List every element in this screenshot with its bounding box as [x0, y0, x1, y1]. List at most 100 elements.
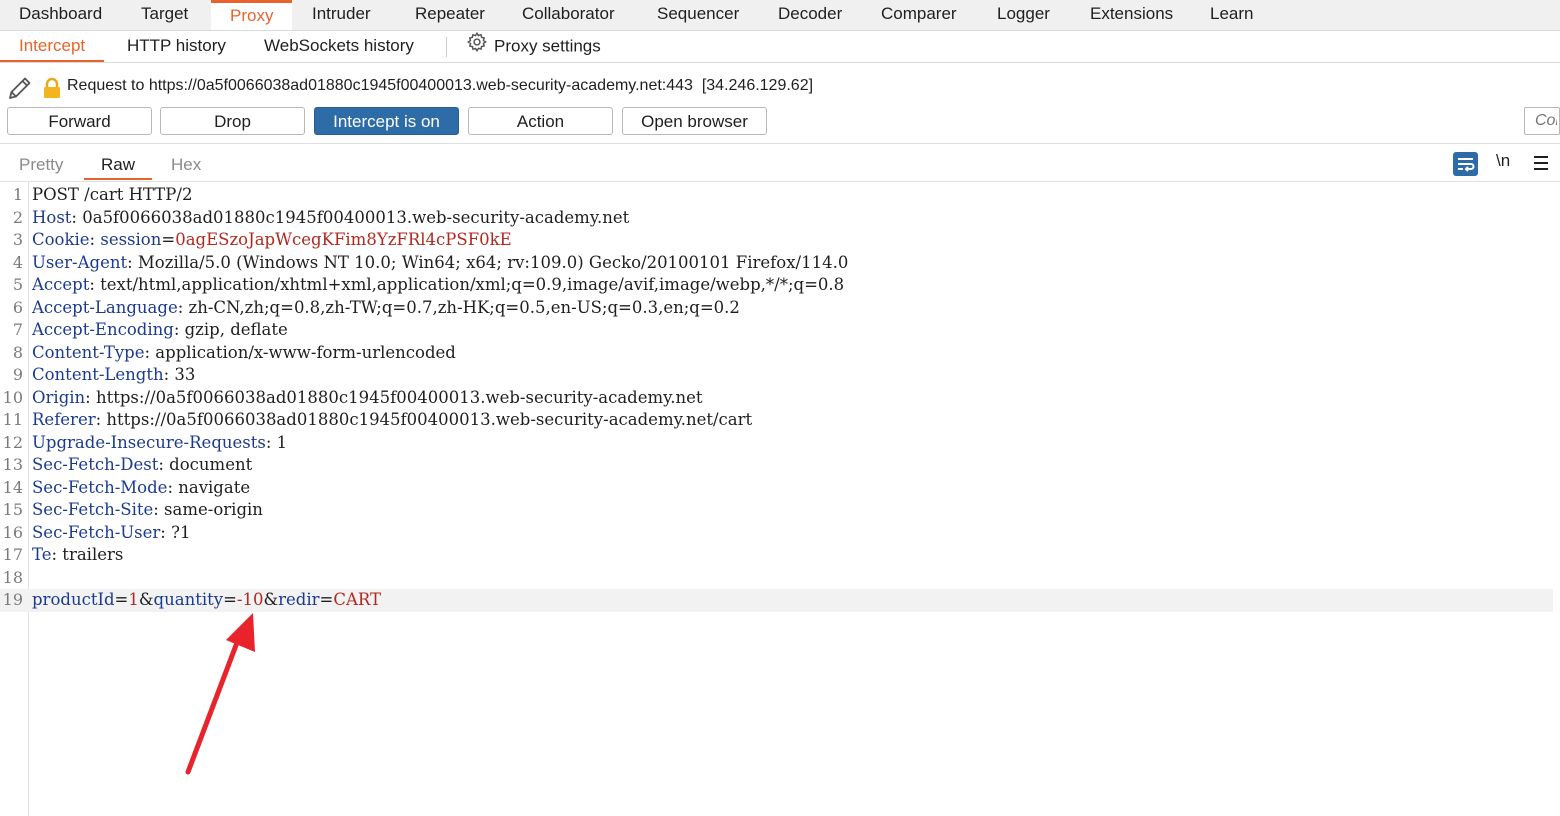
param-separator: &	[138, 590, 154, 609]
header-name: Origin	[32, 387, 86, 407]
comment-input[interactable]	[1524, 107, 1560, 135]
forward-button[interactable]: Forward	[7, 107, 152, 135]
header-value: text/html,application/xhtml+xml,applicat…	[94, 275, 845, 294]
tab-repeater[interactable]: Repeater	[415, 0, 485, 30]
newline-toggle-button[interactable]: \n	[1496, 151, 1510, 171]
header-value: 1	[271, 432, 288, 452]
code-line: 1 POST /cart HTTP/2	[0, 184, 1560, 207]
param-name: quantity	[153, 590, 224, 609]
tab-http-history[interactable]: HTTP history	[127, 31, 226, 62]
line-number: 3	[12, 230, 23, 249]
cookie-equals: =	[161, 230, 176, 249]
tab-dashboard[interactable]: Dashboard	[19, 0, 102, 30]
menu-icon[interactable]	[1533, 155, 1549, 176]
header-value: document	[163, 455, 253, 474]
code-line: 14 Sec-Fetch-Mode: navigate	[0, 477, 1560, 500]
request-target: Request to https://0a5f0066038ad01880c19…	[67, 77, 813, 95]
header-name: Host	[32, 207, 72, 227]
proxy-settings-label: Proxy settings	[494, 36, 601, 56]
tab-separator	[446, 37, 447, 57]
code-line: 16 Sec-Fetch-User: ?1	[0, 522, 1560, 545]
line-number: 18	[2, 567, 23, 587]
header-name: Referer	[32, 410, 96, 429]
code-line: 13 Sec-Fetch-Dest: document	[0, 454, 1560, 477]
tab-intruder[interactable]: Intruder	[312, 0, 371, 30]
tab-raw[interactable]: Raw	[84, 150, 153, 180]
tab-hex[interactable]: Hex	[171, 150, 201, 180]
line-number: 8	[12, 342, 23, 362]
param-equals: =	[114, 590, 129, 609]
tab-extensions[interactable]: Extensions	[1090, 0, 1173, 30]
proxy-sub-tab-bar: Intercept HTTP history WebSockets histor…	[0, 31, 1560, 63]
cookie-name: session	[100, 230, 162, 249]
open-browser-button[interactable]: Open browser	[622, 107, 767, 135]
line-number: 7	[12, 320, 23, 339]
tab-target[interactable]: Target	[141, 0, 188, 30]
tab-comparer[interactable]: Comparer	[881, 0, 957, 30]
tab-pretty[interactable]: Pretty	[19, 150, 63, 180]
header-name: Sec-Fetch-User	[32, 522, 161, 542]
code-line: 17 Te: trailers	[0, 544, 1560, 567]
code-line: 10 Origin: https://0a5f0066038ad01880c194…	[0, 387, 1560, 410]
param-value: CART	[333, 590, 382, 609]
header-name: Te	[32, 545, 52, 564]
pencil-icon[interactable]	[6, 74, 34, 107]
view-tab-divider	[0, 181, 1560, 182]
gear-icon	[466, 31, 488, 63]
code-line: 8 Content-Type: application/x-www-form-ur…	[0, 342, 1560, 365]
intercept-toggle-button[interactable]: Intercept is on	[314, 107, 459, 135]
tab-logger[interactable]: Logger	[997, 0, 1050, 30]
header-separator: :	[89, 230, 101, 249]
request-line: POST /cart HTTP/2	[32, 185, 193, 204]
code-line: 11 Referer: https://0a5f0066038ad01880c19…	[0, 409, 1560, 432]
tab-proxy-settings[interactable]: Proxy settings	[466, 31, 601, 62]
lock-icon	[42, 77, 62, 104]
header-name: Content-Type	[32, 342, 145, 362]
quantity-value: -10	[236, 590, 264, 609]
line-number: 1	[12, 185, 23, 204]
code-line: 15 Sec-Fetch-Site: same-origin	[0, 499, 1560, 522]
code-line: 18	[0, 567, 1560, 590]
code-line: 12 Upgrade-Insecure-Requests: 1	[0, 432, 1560, 455]
tab-websockets-history[interactable]: WebSockets history	[264, 31, 414, 62]
line-number: 12	[2, 432, 23, 452]
header-name: Content-Length	[32, 365, 164, 384]
wrap-lines-icon[interactable]	[1453, 152, 1478, 181]
param-value: 1	[128, 590, 139, 609]
header-name: Accept-Language	[32, 297, 178, 317]
tab-decoder[interactable]: Decoder	[778, 0, 842, 30]
toolbar-divider	[0, 143, 1560, 144]
request-url: Request to https://0a5f0066038ad01880c19…	[67, 77, 693, 94]
action-button[interactable]: Action	[468, 107, 613, 135]
body-line: 19 productId=1&quantity=-10&redir=CART	[0, 589, 1553, 612]
header-name: Cookie	[32, 230, 90, 249]
line-number: 9	[12, 365, 23, 384]
header-name: Accept-Encoding	[32, 320, 174, 339]
header-value: application/x-www-form-urlencoded	[150, 342, 456, 362]
drop-button[interactable]: Drop	[160, 107, 305, 135]
tab-proxy[interactable]: Proxy	[211, 0, 293, 30]
tab-learn[interactable]: Learn	[1210, 0, 1253, 30]
header-value: 0a5f0066038ad01880c1945f00400013.web-sec…	[76, 207, 630, 227]
cookie-value: 0agESzoJapWcegKFim8YzFRl4cPSF0kE	[175, 230, 512, 249]
header-name: Sec-Fetch-Dest	[32, 455, 159, 474]
header-value: ?1	[165, 522, 191, 542]
code-line: 6 Accept-Language: zh-CN,zh;q=0.8,zh-TW;q…	[0, 297, 1560, 320]
header-name: Upgrade-Insecure-Requests	[32, 432, 266, 452]
line-number: 17	[2, 545, 23, 564]
code-line: 9 Content-Length: 33	[0, 364, 1560, 387]
param-separator: &	[263, 590, 279, 609]
line-number: 6	[12, 297, 23, 317]
code-line: 5 Accept: text/html,application/xhtml+xml…	[0, 274, 1560, 297]
top-tab-bar: Dashboard Target Proxy Intruder Repeater…	[0, 0, 1560, 31]
header-value: https://0a5f0066038ad01880c1945f00400013…	[101, 410, 753, 429]
line-number: 13	[2, 455, 23, 474]
line-number: 16	[2, 522, 23, 542]
tab-intercept[interactable]: Intercept	[0, 31, 105, 62]
tab-collaborator[interactable]: Collaborator	[522, 0, 615, 30]
header-value: https://0a5f0066038ad01880c1945f00400013…	[90, 387, 703, 407]
tab-sequencer[interactable]: Sequencer	[657, 0, 739, 30]
line-number: 2	[12, 207, 23, 227]
request-info-bar: Request to https://0a5f0066038ad01880c19…	[0, 74, 1560, 102]
raw-request-editor[interactable]: 1 POST /cart HTTP/2 2 Host: 0a5f0066038ad0…	[0, 184, 1560, 612]
